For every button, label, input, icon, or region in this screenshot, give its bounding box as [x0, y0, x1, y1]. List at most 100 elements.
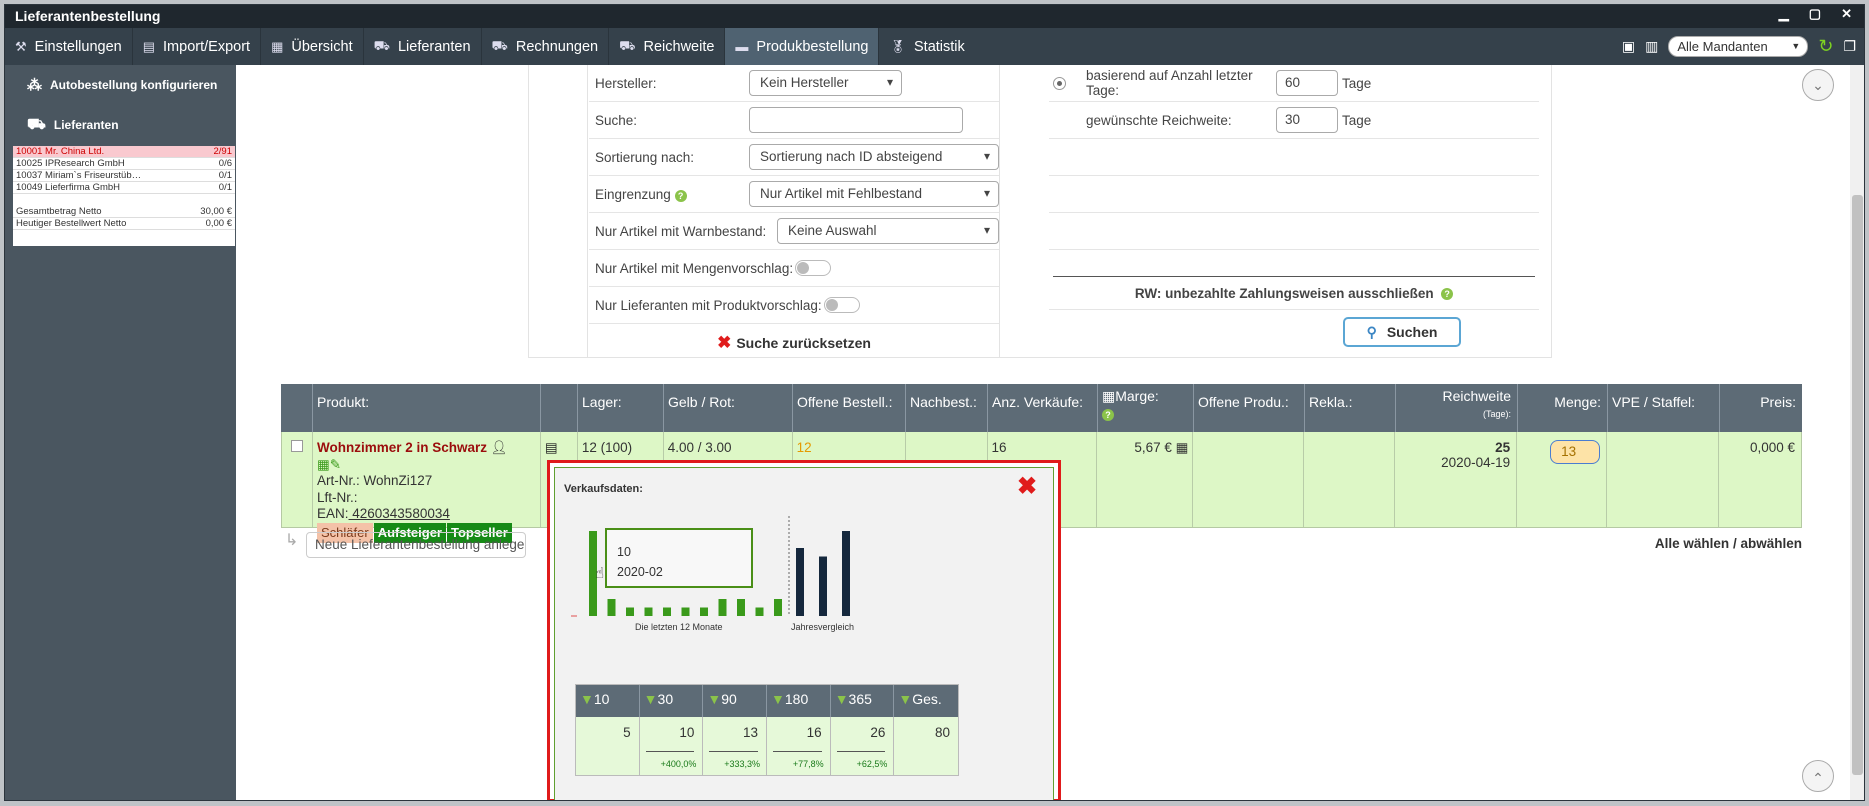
document-icon: ▤: [142, 38, 156, 54]
stats-header-cell[interactable]: ▼30: [640, 685, 704, 717]
reset-search-button[interactable]: ✖ Suche zurücksetzen: [589, 324, 999, 361]
menu-produkbestellung[interactable]: ▬ Produkbestellung: [725, 28, 880, 65]
stats-header-cell[interactable]: ▼365: [831, 685, 895, 717]
year-bar[interactable]: [819, 556, 827, 617]
menu-uebersicht[interactable]: ▦ Übersicht: [261, 28, 364, 65]
minimize-icon[interactable]: ▁: [1779, 6, 1789, 22]
search-input[interactable]: [749, 107, 963, 133]
book-icon[interactable]: ▦: [317, 457, 330, 472]
scroll-up-button[interactable]: ⌄: [1802, 69, 1834, 101]
supplier-row[interactable]: 10037 Miriam`s Friseurstüb… 0/1: [13, 170, 235, 182]
row-checkbox[interactable]: [291, 440, 303, 452]
hersteller-select[interactable]: Kein Hersteller: [749, 70, 902, 96]
basis-label: basierend auf Anzahl letzter Tage:: [1086, 68, 1253, 98]
close-popup-icon[interactable]: ✖: [1017, 472, 1037, 501]
image-icon[interactable]: ▣: [1622, 38, 1635, 55]
new-order-input[interactable]: Neue Lieferantenbestellung anlege: [306, 532, 526, 558]
help-icon[interactable]: ?: [674, 189, 687, 202]
supplier-row[interactable]: 10001 Mr. China Ltd. 2/91: [13, 146, 235, 158]
month-bar[interactable]: [644, 607, 653, 617]
header-preis[interactable]: Preis:: [1720, 384, 1802, 432]
header-offene-produ[interactable]: Offene Produ.:: [1194, 384, 1305, 432]
header-lager[interactable]: Lager:: [578, 384, 664, 432]
scrollbar[interactable]: [1850, 65, 1864, 800]
stats-header-cell[interactable]: ▼10: [576, 685, 640, 717]
eingrenzung-select[interactable]: Nur Artikel mit Fehlbestand: [749, 181, 999, 207]
sidebar-label: Autobestellung konfigurieren: [50, 78, 218, 92]
refresh-icon[interactable]: ↻: [1818, 36, 1833, 57]
menu-label: Import/Export: [163, 38, 251, 55]
stats-header-cell[interactable]: ▼180: [767, 685, 831, 717]
application-window: Lieferantenbestellung ▁ ▢ ✕ ⚒ Einstellung…: [4, 4, 1865, 801]
header-produkt[interactable]: Produkt:: [313, 384, 541, 432]
header-reichweite[interactable]: Reichweite (Tage):: [1396, 384, 1518, 432]
select-all-link[interactable]: Alle wählen: [1655, 536, 1729, 551]
deselect-all-link[interactable]: abwählen: [1740, 536, 1802, 551]
user-icon[interactable]: 👤︎: [491, 440, 508, 455]
basis-input[interactable]: 60: [1276, 70, 1338, 96]
menu-reichweite[interactable]: ⛟ Reichweite: [609, 28, 726, 65]
header-marge[interactable]: ▦Marge:?: [1098, 384, 1194, 432]
mandant-select[interactable]: Alle Mandanten: [1668, 36, 1809, 57]
header-nachbest[interactable]: Nachbest.:: [906, 384, 988, 432]
truck-icon: ⛟: [619, 37, 636, 53]
product-name[interactable]: Wohnzimmer 2 in Schwarz: [317, 440, 487, 455]
help-icon[interactable]: ?: [1102, 409, 1114, 421]
month-bar[interactable]: [681, 607, 690, 617]
month-bar[interactable]: [663, 607, 671, 617]
scroll-top-button[interactable]: ⌃: [1802, 760, 1834, 792]
tooltip-date: 2020-02: [617, 565, 663, 579]
header-offene[interactable]: Offene Bestell.:: [793, 384, 906, 432]
month-bar[interactable]: [626, 607, 634, 617]
menu-einstellungen[interactable]: ⚒ Einstellungen: [5, 28, 133, 65]
header-vpe[interactable]: VPE / Staffel:: [1608, 384, 1720, 432]
radio-icon[interactable]: [1053, 76, 1066, 90]
calculator-icon: ▦: [1102, 388, 1116, 404]
supplier-row[interactable]: 10025 IPResearch GmbH 0/6: [13, 158, 235, 170]
menu-label: Lieferanten: [397, 38, 471, 55]
stats-header-cell[interactable]: ▼Ges.: [894, 685, 958, 717]
month-bar[interactable]: [718, 599, 727, 616]
search-button[interactable]: ⚲ Suchen: [1343, 317, 1461, 347]
lief-label: Nur Lieferanten mit Produktvorschlag:: [595, 297, 822, 313]
year-bar[interactable]: [842, 531, 850, 616]
header-gelbrot[interactable]: Gelb / Rot:: [664, 384, 793, 432]
maximize-icon[interactable]: ▢: [1809, 6, 1821, 22]
ean-link[interactable]: 4260343580034: [349, 506, 450, 521]
menu-rechnungen[interactable]: ⛟ Rechnungen: [482, 28, 610, 65]
building-icon[interactable]: ▥: [1645, 38, 1658, 55]
close-icon[interactable]: ✕: [1841, 6, 1852, 22]
menu-label: Produkbestellung: [756, 38, 869, 55]
year-bar[interactable]: [796, 548, 804, 616]
help-icon[interactable]: ?: [1441, 287, 1454, 300]
month-bar[interactable]: [737, 599, 745, 616]
pen-icon[interactable]: ✎: [330, 457, 341, 472]
stats-body: 5 10 +400,0% 13 +333,3% 16 +77,8% 26 +62,5% …: [576, 717, 958, 775]
mengen-toggle[interactable]: [795, 260, 832, 276]
menu-lieferanten[interactable]: ⛟ Lieferanten: [364, 28, 482, 65]
sidebar-label: Lieferanten: [53, 118, 119, 132]
warn-select[interactable]: Keine Auswahl: [777, 218, 999, 244]
header-verkaeufe[interactable]: Anz. Verkäufe:: [988, 384, 1098, 432]
month-bar[interactable]: [774, 599, 782, 616]
stats-table: ▼10 ▼30 ▼90 ▼180 ▼365 ▼Ges. 5 10 +400,0% …: [575, 684, 959, 776]
menge-input[interactable]: 13: [1550, 440, 1601, 464]
month-bar[interactable]: [607, 599, 616, 616]
calculator-icon[interactable]: ▦: [1176, 440, 1189, 455]
reichweite-input[interactable]: 30: [1276, 107, 1338, 133]
header-rekla[interactable]: Rekla.:: [1305, 384, 1396, 432]
sidebar-lieferanten[interactable]: ⛟ Lieferanten: [5, 105, 236, 145]
header-menge[interactable]: Menge:: [1518, 384, 1608, 432]
month-bar[interactable]: [700, 607, 708, 617]
sort-select[interactable]: Sortierung nach ID absteigend: [749, 144, 999, 170]
stats-header-cell[interactable]: ▼90: [703, 685, 768, 717]
month-bar[interactable]: [755, 607, 764, 617]
lief-toggle[interactable]: [823, 297, 860, 313]
menu-import-export[interactable]: ▤ Import/Export: [133, 28, 262, 65]
document-icon[interactable]: ▤: [545, 440, 558, 455]
windows-icon[interactable]: ❐: [1843, 38, 1856, 55]
sales-popup: Verkaufsdaten: ✖ Die letzten 12 Monate J…: [547, 460, 1061, 800]
sidebar-autobestellung[interactable]: ⁂ Autobestellung konfigurieren: [5, 65, 236, 105]
supplier-row[interactable]: 10049 Lieferfirma GmbH 0/1: [13, 182, 235, 194]
menu-statistik[interactable]: 🏅︎ Statistik: [879, 28, 974, 65]
